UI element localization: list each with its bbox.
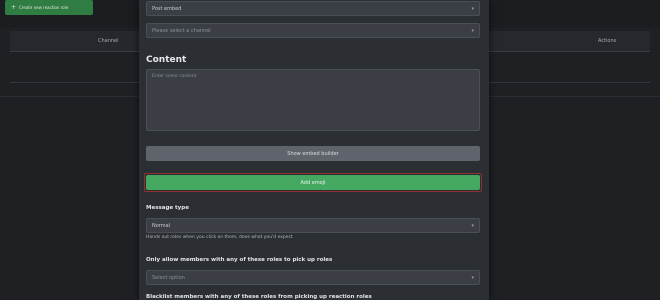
embed-type-value: Post embed bbox=[152, 5, 182, 12]
message-type-value: Normal bbox=[152, 222, 171, 229]
content-textarea[interactable]: Enter some content bbox=[146, 69, 480, 131]
message-type-select[interactable]: Normal ▾ bbox=[146, 218, 480, 233]
chevron-down-icon: ▾ bbox=[471, 223, 474, 229]
channel-select-placeholder: Please select a channel bbox=[152, 27, 211, 34]
show-embed-builder-button[interactable]: Show embed builder bbox=[146, 146, 480, 161]
blacklist-roles-label: Blacklist members with any of these role… bbox=[146, 294, 372, 300]
reaction-role-modal: Post embed ▾ Please select a channel ▾ C… bbox=[139, 0, 489, 300]
allow-roles-placeholder: Select option bbox=[152, 274, 185, 281]
column-header-channel: Channel bbox=[98, 38, 119, 44]
allow-roles-select[interactable]: Select option ▾ bbox=[146, 270, 480, 285]
content-placeholder: Enter some content bbox=[152, 74, 197, 79]
column-header-actions: Actions bbox=[598, 38, 617, 44]
create-button-label: Create new reaction role bbox=[19, 5, 69, 10]
channel-select[interactable]: Please select a channel ▾ bbox=[146, 23, 480, 38]
message-type-label: Message type bbox=[146, 205, 189, 211]
message-type-help: Hands out roles when you click on them, … bbox=[146, 235, 293, 240]
embed-type-select[interactable]: Post embed ▾ bbox=[146, 1, 480, 16]
chevron-down-icon: ▾ bbox=[471, 6, 474, 12]
plus-icon: + bbox=[11, 3, 17, 11]
add-emoji-button[interactable]: Add emoji bbox=[146, 175, 480, 190]
create-reaction-role-button[interactable]: + Create new reaction role bbox=[5, 0, 93, 15]
chevron-down-icon: ▾ bbox=[471, 28, 474, 34]
chevron-down-icon: ▾ bbox=[471, 275, 474, 281]
content-section-title: Content bbox=[146, 55, 187, 65]
allow-roles-label: Only allow members with any of these rol… bbox=[146, 257, 333, 263]
